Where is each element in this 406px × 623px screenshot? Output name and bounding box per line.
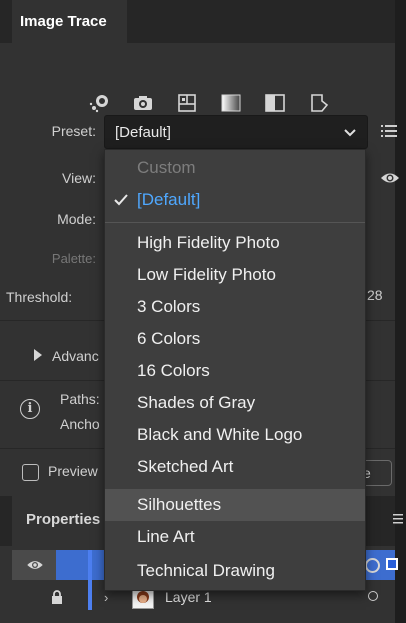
dropdown-item-silhouettes[interactable]: Silhouettes bbox=[105, 489, 365, 521]
tab-properties-label: Properties bbox=[26, 511, 101, 528]
dropdown-item-label: Custom bbox=[137, 158, 196, 177]
camera-icon[interactable] bbox=[132, 92, 154, 114]
black-white-icon[interactable] bbox=[264, 92, 286, 114]
dropdown-item-sketched-art[interactable]: Sketched Art bbox=[105, 451, 365, 483]
panel-edge bbox=[395, 0, 406, 623]
low-color-icon[interactable] bbox=[176, 92, 198, 114]
checkmark-icon bbox=[114, 194, 128, 206]
mode-label: Mode: bbox=[57, 211, 96, 227]
dropdown-item-custom: Custom bbox=[105, 152, 365, 184]
tab-image-trace[interactable]: Image Trace bbox=[12, 0, 127, 43]
dropdown-item-label: [Default] bbox=[137, 190, 201, 209]
dropdown-item-label: Silhouettes bbox=[137, 495, 222, 514]
target-circle-icon[interactable] bbox=[365, 558, 380, 573]
panel-menu-icon[interactable] bbox=[393, 513, 403, 525]
preset-dropdown-menu: Custom [Default] High Fidelity Photo Low… bbox=[104, 149, 366, 591]
tab-properties[interactable]: Properties bbox=[12, 496, 112, 546]
layer-name[interactable]: Layer 1 bbox=[165, 589, 212, 605]
info-icon: i bbox=[20, 399, 40, 419]
expand-triangle-icon[interactable] bbox=[33, 348, 43, 362]
dropdown-item-low-fidelity-photo[interactable]: Low Fidelity Photo bbox=[105, 259, 365, 291]
dropdown-item-label: Low Fidelity Photo bbox=[137, 265, 276, 284]
dropdown-separator bbox=[105, 222, 365, 223]
paths-label: Paths: bbox=[60, 391, 100, 407]
anchors-label: Ancho bbox=[60, 416, 100, 432]
dropdown-item-default[interactable]: [Default] bbox=[105, 184, 365, 216]
target-circle-icon[interactable] bbox=[368, 591, 378, 601]
dropdown-item-label: 6 Colors bbox=[137, 329, 201, 348]
dropdown-item-technical-drawing[interactable]: Technical Drawing bbox=[105, 555, 365, 587]
preview-checkbox[interactable] bbox=[22, 464, 39, 481]
preset-select[interactable]: [Default] bbox=[104, 115, 368, 149]
view-label: View: bbox=[62, 170, 96, 186]
preview-label: Preview bbox=[48, 463, 98, 479]
threshold-label: Threshold: bbox=[6, 289, 73, 305]
palette-label: Palette: bbox=[51, 251, 96, 266]
dropdown-item-label: Technical Drawing bbox=[137, 561, 275, 580]
dropdown-item-16-colors[interactable]: 16 Colors bbox=[105, 355, 365, 387]
grayscale-icon[interactable] bbox=[220, 92, 242, 114]
chevron-down-icon bbox=[344, 129, 356, 137]
visibility-eye-icon[interactable] bbox=[26, 559, 44, 571]
preset-options-icon[interactable] bbox=[381, 124, 397, 138]
dropdown-item-label: Sketched Art bbox=[137, 457, 234, 476]
dropdown-item-label: Line Art bbox=[137, 527, 195, 546]
auto-color-icon[interactable] bbox=[88, 92, 110, 114]
dropdown-item-label: 3 Colors bbox=[137, 297, 201, 316]
dropdown-item-label: 16 Colors bbox=[137, 361, 210, 380]
dropdown-item-label: Black and White Logo bbox=[137, 425, 303, 444]
lock-icon[interactable] bbox=[50, 590, 64, 604]
threshold-value[interactable]: 28 bbox=[367, 287, 383, 303]
chevron-right-icon[interactable]: › bbox=[104, 590, 108, 605]
eye-icon[interactable] bbox=[380, 171, 400, 185]
dropdown-item-line-art[interactable]: Line Art bbox=[105, 521, 365, 553]
preset-select-value: [Default] bbox=[115, 124, 171, 141]
preset-label: Preset: bbox=[51, 123, 96, 139]
outline-icon[interactable] bbox=[308, 92, 330, 114]
layer-color-strip bbox=[88, 550, 92, 610]
dropdown-item-label: High Fidelity Photo bbox=[137, 233, 280, 252]
dropdown-item-3-colors[interactable]: 3 Colors bbox=[105, 291, 365, 323]
dropdown-item-high-fidelity-photo[interactable]: High Fidelity Photo bbox=[105, 227, 365, 259]
dropdown-item-6-colors[interactable]: 6 Colors bbox=[105, 323, 365, 355]
dropdown-item-label: Shades of Gray bbox=[137, 393, 256, 412]
dropdown-item-black-and-white-logo[interactable]: Black and White Logo bbox=[105, 419, 365, 451]
advanced-label[interactable]: Advanc bbox=[52, 348, 99, 364]
dropdown-item-shades-of-gray[interactable]: Shades of Gray bbox=[105, 387, 365, 419]
selection-square-icon[interactable] bbox=[386, 558, 398, 570]
